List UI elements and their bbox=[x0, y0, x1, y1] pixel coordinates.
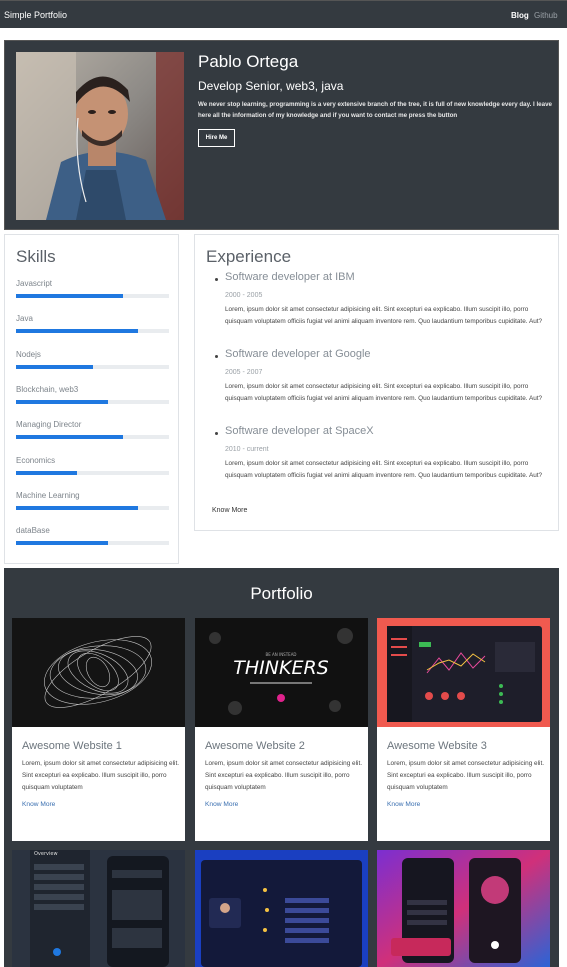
card-image-spiral bbox=[12, 618, 185, 727]
experience-title: Experience bbox=[206, 247, 292, 266]
skill-label: Java bbox=[16, 314, 33, 324]
hero-role: Develop Senior, web3, java bbox=[198, 79, 344, 93]
portfolio-card bbox=[195, 850, 368, 967]
card-title: Awesome Website 3 bbox=[387, 740, 487, 752]
experience-item-description: Lorem, ipsum dolor sit amet consectetur … bbox=[225, 383, 543, 402]
skill-progress-bar bbox=[16, 294, 169, 298]
portfolio-section: Portfolio Awesome Website 1 Lorem, ipsum… bbox=[4, 568, 559, 967]
card-text: Lorem, ipsum dolor sit amet consectetur … bbox=[205, 760, 362, 791]
experience-item-title: Software developer at SpaceX bbox=[225, 425, 374, 437]
experience-item-dates: 2010 - current bbox=[225, 446, 269, 453]
card-image-community bbox=[195, 850, 368, 967]
card-title: Awesome Website 2 bbox=[205, 740, 305, 752]
experience-item-description: Lorem, ipsum dolor sit amet consectetur … bbox=[225, 306, 543, 325]
bullet-icon bbox=[215, 355, 218, 358]
nav-link-blog[interactable]: Blog bbox=[511, 11, 529, 20]
hire-me-button[interactable]: Hire Me bbox=[198, 129, 235, 147]
card-know-more-link[interactable]: Know More bbox=[205, 801, 238, 808]
experience-item-description: Lorem, ipsum dolor sit amet consectetur … bbox=[225, 460, 543, 479]
experience-item-title: Software developer at IBM bbox=[225, 271, 355, 283]
skill-progress-fill bbox=[16, 541, 108, 546]
card-text: Lorem, ipsum dolor sit amet consectetur … bbox=[387, 760, 544, 791]
skills-title: Skills bbox=[16, 247, 56, 266]
portfolio-title: Portfolio bbox=[250, 584, 313, 603]
skill-label: Managing Director bbox=[16, 420, 82, 430]
skill-progress-fill bbox=[16, 435, 124, 440]
bullet-icon bbox=[215, 278, 218, 281]
hero-description: We never stop learning, programming is a… bbox=[198, 101, 552, 119]
skill-label: Blockchain, web3 bbox=[16, 384, 79, 394]
card-know-more-link[interactable]: Know More bbox=[387, 801, 420, 808]
experience-item-title: Software developer at Google bbox=[225, 348, 371, 360]
skill-progress-fill bbox=[16, 505, 139, 510]
navbar: Simple Portfolio Blog Github bbox=[0, 0, 567, 28]
hero-section: Pablo Ortega Develop Senior, web3, java … bbox=[4, 40, 559, 230]
portfolio-card: BE AN INSTEAD THINKERS Awesome Website 2… bbox=[195, 618, 368, 841]
skill-progress-bar bbox=[16, 364, 169, 369]
card-know-more-link[interactable]: Know More bbox=[22, 801, 55, 808]
experience-item-dates: 2005 - 2007 bbox=[225, 369, 263, 376]
skill-progress-bar bbox=[16, 329, 169, 334]
skill-label: Economics bbox=[16, 455, 56, 465]
skill-progress-bar bbox=[16, 541, 169, 546]
skill-progress-bar bbox=[16, 399, 169, 404]
skills-section: Skills Javascript Java Nodejs Blockchain, w… bbox=[4, 234, 179, 564]
thumb2-caption: THINKERS bbox=[233, 657, 328, 679]
skill-progress-fill bbox=[16, 470, 78, 475]
portfolio-card: Awesome Website 1 Lorem, ipsum dolor sit… bbox=[12, 618, 185, 841]
portfolio-card: Overview bbox=[12, 850, 185, 967]
skill-label: Javascript bbox=[16, 279, 53, 288]
card-image-music-app bbox=[377, 850, 550, 967]
skill-label: Machine Learning bbox=[16, 490, 80, 500]
experience-section: Experience Software developer at IBM 2000… bbox=[194, 234, 559, 531]
bullet-icon bbox=[215, 432, 218, 435]
skill-progress-bar bbox=[16, 470, 169, 475]
portfolio-card: Awesome Website 3 Lorem, ipsum dolor sit… bbox=[377, 618, 550, 841]
skill-label: Nodejs bbox=[16, 349, 41, 359]
profile-photo bbox=[16, 52, 184, 220]
skill-progress-fill bbox=[16, 364, 93, 369]
card-image-thinkers: BE AN INSTEAD THINKERS bbox=[195, 618, 368, 727]
card-title: Awesome Website 1 bbox=[22, 740, 122, 752]
skill-progress-fill bbox=[16, 399, 108, 404]
experience-item-dates: 2000 - 2005 bbox=[225, 292, 263, 299]
skill-progress-bar bbox=[16, 505, 169, 510]
skill-progress-bar bbox=[16, 435, 169, 440]
hero-name: Pablo Ortega bbox=[198, 52, 299, 71]
skill-progress-fill bbox=[16, 294, 124, 298]
navbar-brand[interactable]: Simple Portfolio bbox=[4, 10, 67, 20]
card-image-dashboard bbox=[377, 618, 550, 727]
card-text: Lorem, ipsum dolor sit amet consectetur … bbox=[22, 760, 179, 791]
card-image-banking-app: Overview bbox=[12, 850, 185, 967]
experience-know-more-link[interactable]: Know More bbox=[212, 507, 247, 514]
thumb6-heading: Overview bbox=[34, 851, 58, 857]
skill-progress-fill bbox=[16, 329, 139, 334]
skill-label: dataBase bbox=[16, 526, 50, 536]
portfolio-card bbox=[377, 850, 550, 967]
nav-link-github[interactable]: Github bbox=[534, 11, 558, 20]
